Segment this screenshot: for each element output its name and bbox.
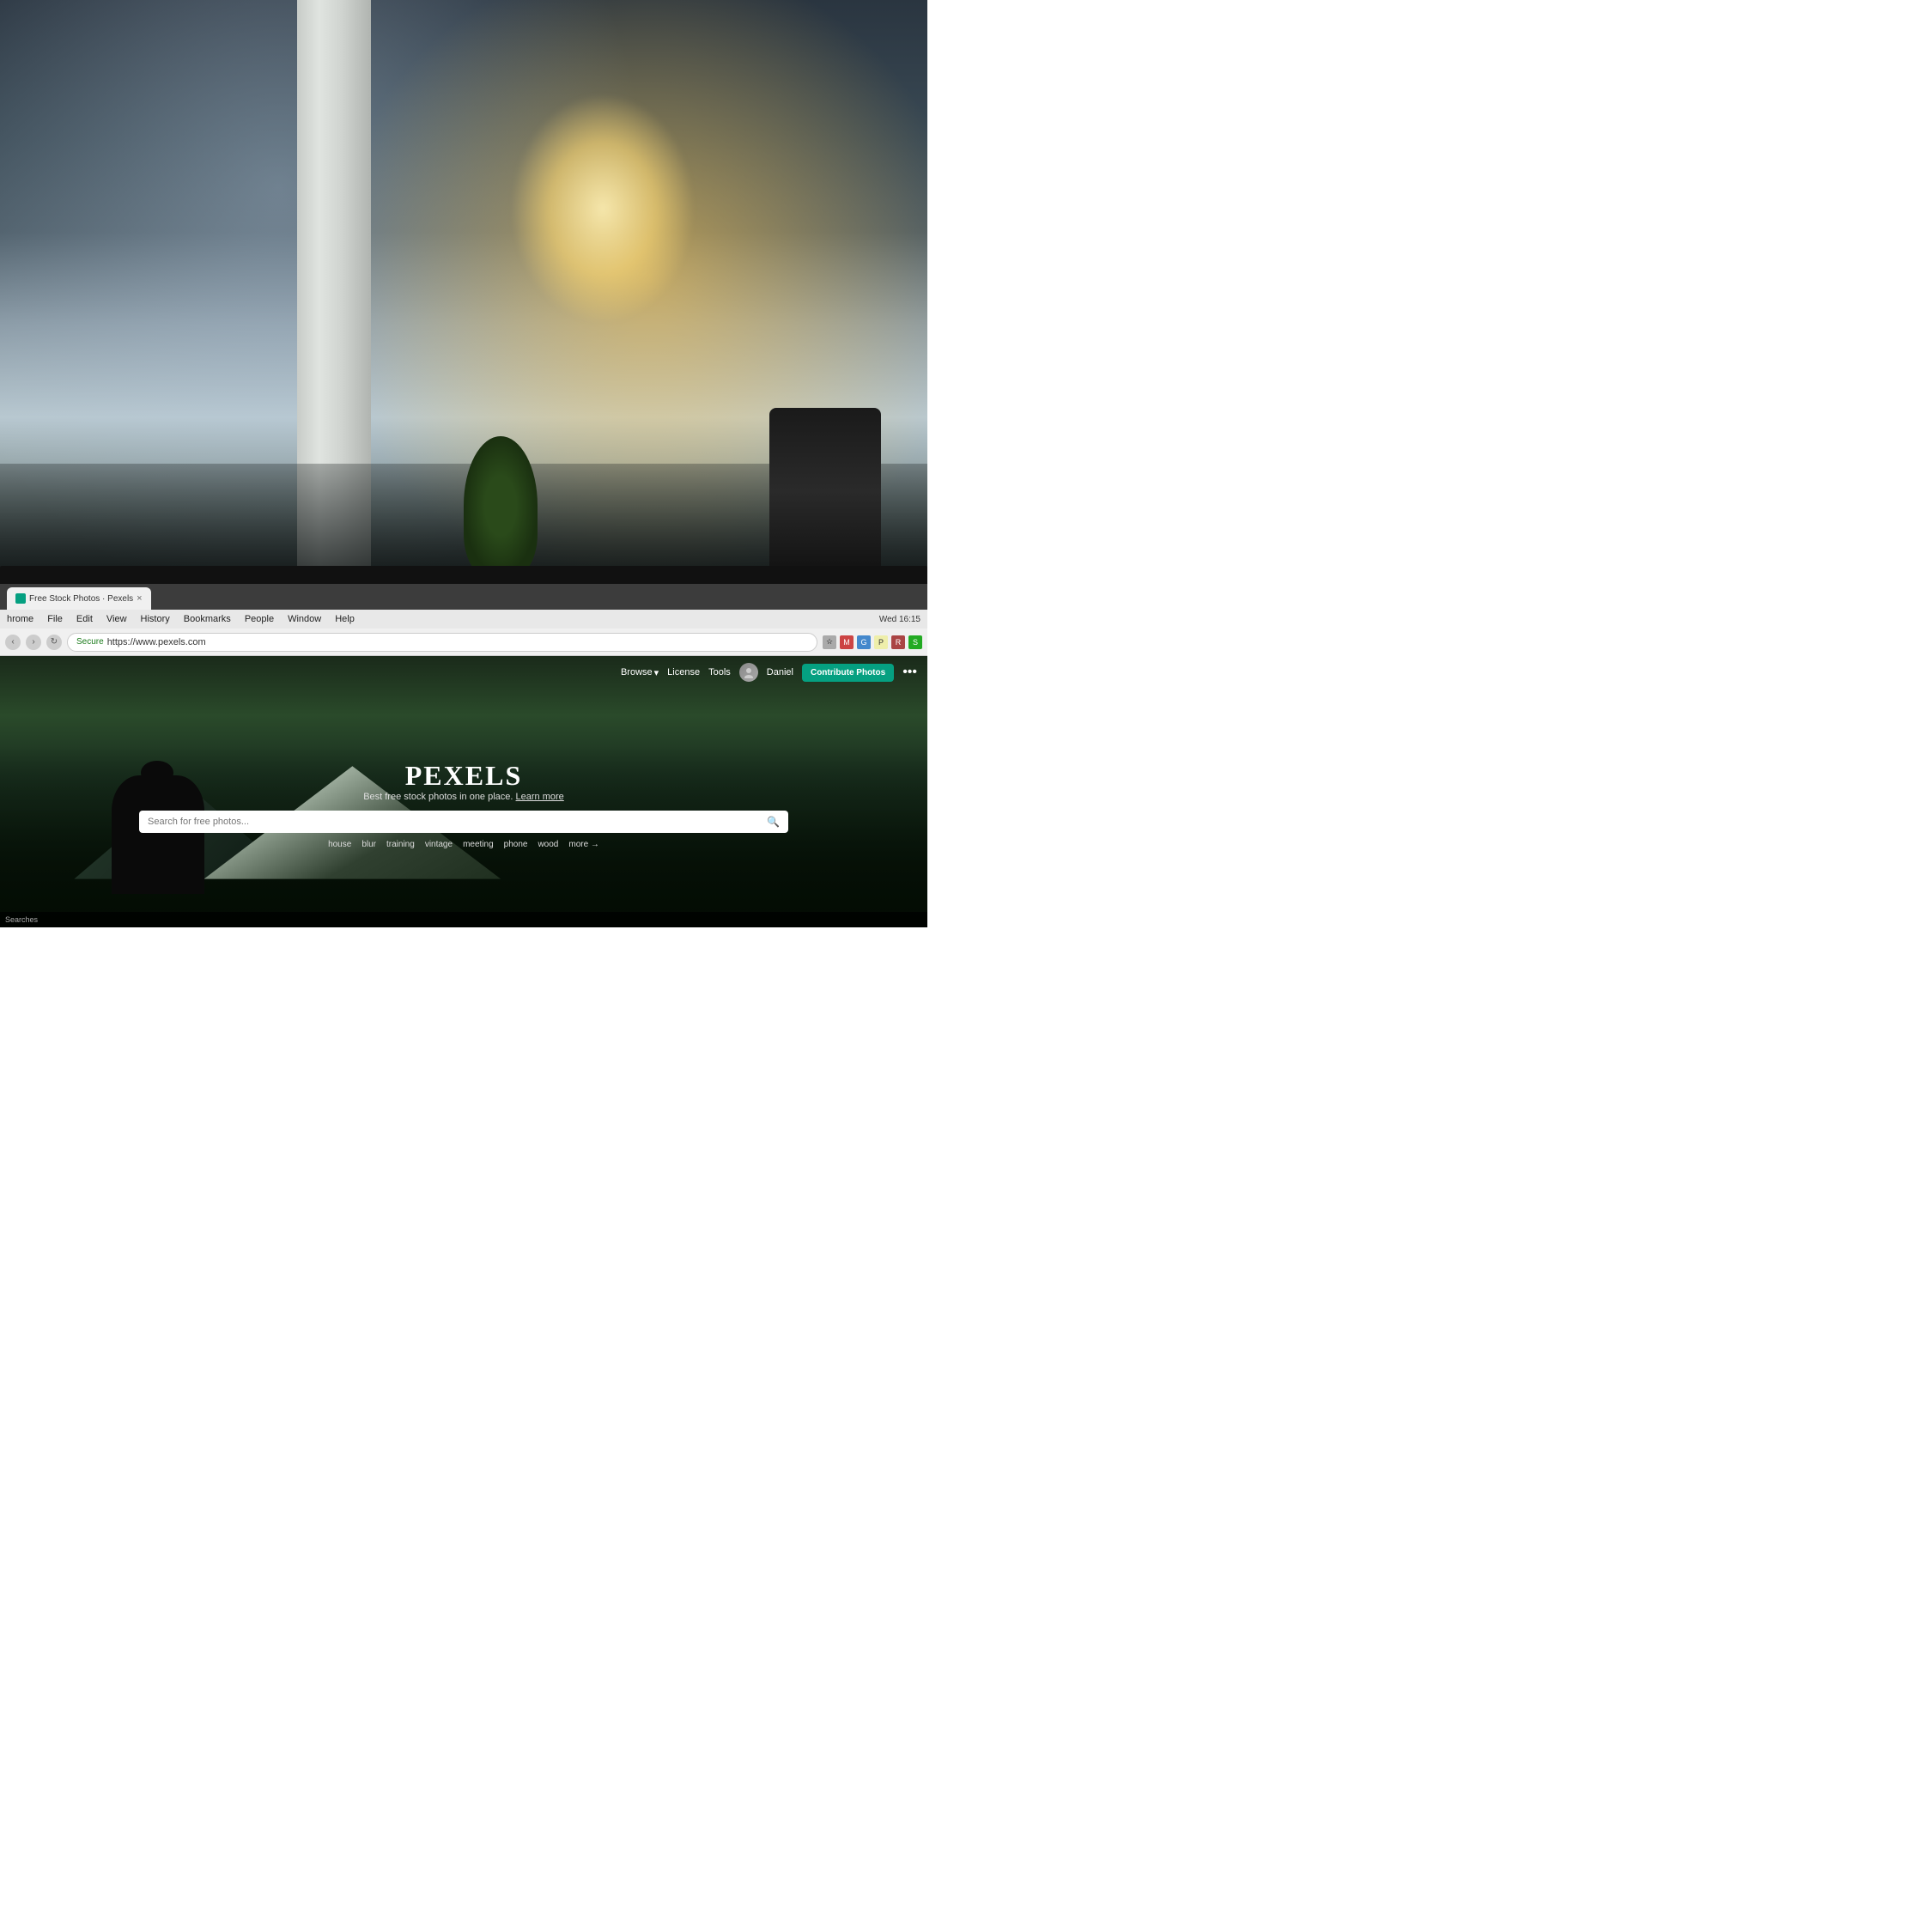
pexels-website: Browse ▾ License Tools Daniel Contribute… (0, 656, 927, 927)
learn-more-link[interactable]: Learn more (516, 792, 564, 802)
tag-more[interactable]: more → (568, 840, 599, 849)
browser-tab-bar: Free Stock Photos · Pexels × (0, 584, 927, 610)
menubar-edit[interactable]: Edit (76, 614, 93, 624)
search-icon: 🔍 (767, 816, 780, 828)
user-avatar[interactable] (739, 663, 758, 682)
tag-blur[interactable]: blur (361, 840, 376, 849)
menubar-view[interactable]: View (106, 614, 127, 624)
address-url: https://www.pexels.com (107, 637, 206, 647)
ext-icon-2[interactable]: G (857, 635, 871, 649)
ext-icon-4[interactable]: R (891, 635, 905, 649)
license-link[interactable]: License (667, 667, 700, 677)
more-options-button[interactable]: ••• (902, 665, 917, 680)
secure-badge: Secure (76, 637, 104, 647)
office-plant (464, 436, 538, 575)
menubar-history[interactable]: History (141, 614, 170, 624)
menubar-right: Wed 16:15 (879, 615, 920, 624)
address-bar[interactable]: Secure https://www.pexels.com (67, 633, 817, 652)
contribute-photos-button[interactable]: Contribute Photos (802, 664, 894, 682)
search-bar[interactable]: 🔍 (139, 811, 788, 833)
search-input[interactable] (148, 817, 767, 827)
toolbar-extension-icons: ☆ M G P R S (823, 635, 922, 649)
browser-menubar: hrome File Edit View History Bookmarks P… (0, 610, 927, 629)
menubar-window[interactable]: Window (288, 614, 321, 624)
browse-arrow: ▾ (654, 667, 659, 678)
browse-link[interactable]: Browse ▾ (621, 667, 659, 678)
hero-section: Browse ▾ License Tools Daniel Contribute… (0, 656, 927, 927)
tag-wood[interactable]: wood (538, 840, 558, 849)
tools-link[interactable]: Tools (708, 667, 731, 677)
office-chair (769, 408, 881, 574)
pexels-tagline: Best free stock photos in one place. Lea… (139, 792, 788, 802)
menubar-bookmarks[interactable]: Bookmarks (184, 614, 231, 624)
menubar-help[interactable]: Help (335, 614, 355, 624)
pexels-title: PEXELS (139, 760, 788, 792)
tab-title: Free Stock Photos · Pexels (29, 594, 133, 604)
tab-favicon (15, 593, 26, 604)
tag-training[interactable]: training (386, 840, 415, 849)
tag-vintage[interactable]: vintage (425, 840, 453, 849)
browser-tab[interactable]: Free Stock Photos · Pexels × (7, 587, 151, 610)
monitor-bezel (0, 566, 927, 585)
tag-house[interactable]: house (328, 840, 351, 849)
reload-button[interactable]: ↻ (46, 635, 62, 650)
searches-statusbar: Searches (0, 912, 927, 927)
forward-button[interactable]: › (26, 635, 41, 650)
tab-close-button[interactable]: × (137, 593, 142, 604)
menubar-app-name: hrome (7, 614, 33, 624)
pexels-navbar: Browse ▾ License Tools Daniel Contribute… (0, 656, 927, 689)
menubar-people[interactable]: People (245, 614, 274, 624)
ext-icon-3[interactable]: P (874, 635, 888, 649)
monitor-screen: Free Stock Photos · Pexels × hrome File … (0, 584, 927, 927)
tagline-text: Best free stock photos in one place. (363, 792, 513, 802)
menubar-file[interactable]: File (47, 614, 63, 624)
office-window-light (510, 93, 696, 325)
back-button[interactable]: ‹ (5, 635, 21, 650)
ext-icon-1[interactable]: M (840, 635, 854, 649)
pexels-nav-links: Browse ▾ License Tools Daniel Contribute… (621, 663, 917, 682)
searches-label: Searches (5, 915, 38, 924)
menubar-time: Wed 16:15 (879, 615, 920, 624)
tag-phone[interactable]: phone (504, 840, 528, 849)
tag-meeting[interactable]: meeting (463, 840, 494, 849)
ext-icon-5[interactable]: S (908, 635, 922, 649)
bookmark-icon[interactable]: ☆ (823, 635, 836, 649)
browser-toolbar: ‹ › ↻ Secure https://www.pexels.com ☆ M … (0, 629, 927, 656)
hero-content: PEXELS Best free stock photos in one pla… (139, 760, 788, 849)
username-label: Daniel (767, 667, 793, 677)
search-tags: house blur training vintage meeting phon… (139, 840, 788, 849)
browse-label: Browse (621, 667, 653, 677)
